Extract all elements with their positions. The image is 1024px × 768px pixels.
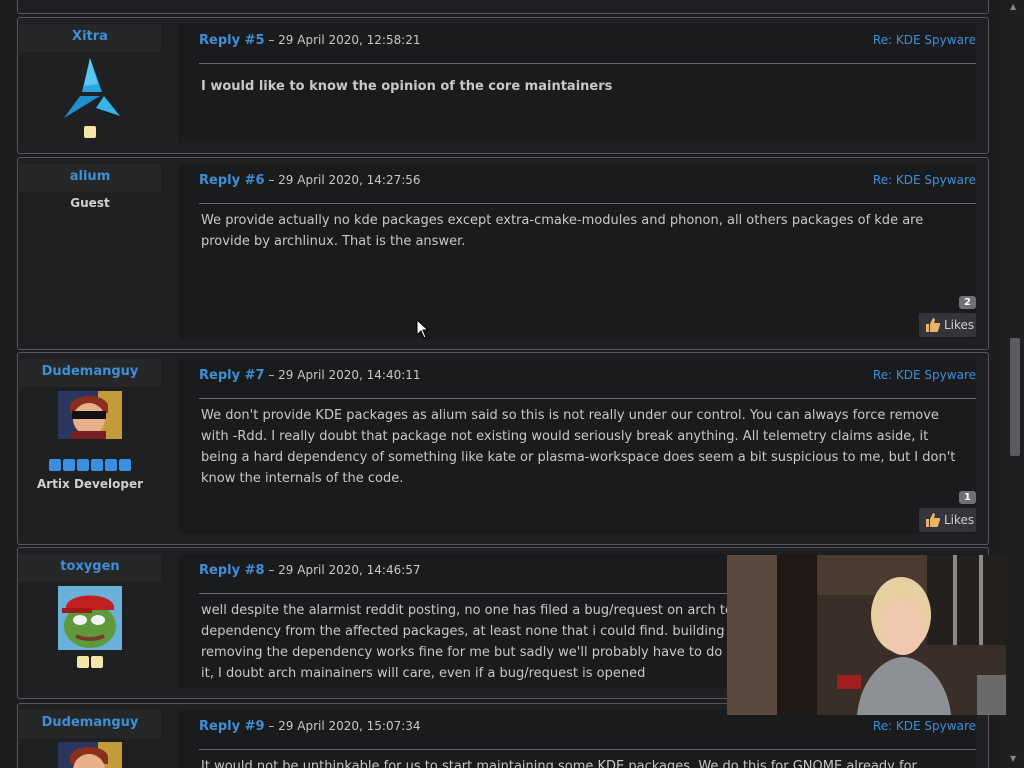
rank-pip <box>77 656 89 668</box>
post-subject-link[interactable]: Re: KDE Spyware <box>873 719 976 733</box>
likes-count-badge: 2 <box>959 296 976 309</box>
post-date: – 29 April 2020, 14:27:56 <box>264 173 421 187</box>
post-header: Reply #5 – 29 April 2020, 12:58:21 Re: K… <box>199 33 976 64</box>
post-body: I would like to know the opinion of the … <box>201 79 613 94</box>
post-date: – 29 April 2020, 12:58:21 <box>264 33 421 47</box>
post-content: Reply #6 – 29 April 2020, 14:27:56 Re: K… <box>179 164 976 339</box>
likes-button[interactable]: Likes <box>919 508 976 532</box>
artix-logo-icon[interactable] <box>58 56 122 120</box>
thumbs-up-icon <box>925 317 941 341</box>
rank-pips <box>19 126 161 138</box>
rank-pip <box>77 459 89 471</box>
floating-video-player[interactable] <box>727 555 1011 715</box>
poster-info: Dudemanguy <box>19 710 161 768</box>
post-content: Reply #9 – 29 April 2020, 15:07:34 Re: K… <box>179 710 976 768</box>
poster-role: Artix Developer <box>36 477 144 491</box>
scroll-down-icon[interactable]: ▼ <box>1010 754 1016 763</box>
rank-pip <box>91 656 103 668</box>
poster-name[interactable]: Xitra <box>19 24 161 52</box>
post-subject-link[interactable]: Re: KDE Spyware <box>873 173 976 187</box>
poster-role: Guest <box>70 196 110 210</box>
rank-pips <box>19 656 161 668</box>
post-header: Reply #9 – 29 April 2020, 15:07:34 Re: K… <box>199 719 976 750</box>
poster-name[interactable]: toxygen <box>19 554 161 582</box>
rank-pip <box>119 459 131 471</box>
post-body: We provide actually no kde packages exce… <box>201 213 924 249</box>
post-reply-7: Dudemanguy Artix Developer Reply #7 – 29… <box>17 352 989 545</box>
scroll-up-icon[interactable]: ▲ <box>1010 2 1016 11</box>
post-content: Reply #7 – 29 April 2020, 14:40:11 Re: K… <box>179 359 976 534</box>
post-date: – 29 April 2020, 14:46:57 <box>264 563 421 577</box>
avatar[interactable] <box>58 586 122 650</box>
rank-pip <box>91 459 103 471</box>
reply-link[interactable]: Reply #9 <box>199 719 265 734</box>
post-content: Reply #5 – 29 April 2020, 12:58:21 Re: K… <box>179 24 976 143</box>
post-body: We don't provide KDE packages as alium s… <box>201 408 956 486</box>
reply-link[interactable]: Reply #8 <box>199 563 265 578</box>
thumbs-up-icon <box>925 512 941 536</box>
page-scrollbar[interactable]: ▲ ▼ <box>1006 0 1024 768</box>
rank-pip <box>49 459 61 471</box>
mouse-cursor-icon <box>416 318 430 343</box>
rank-pip <box>63 459 75 471</box>
post-subject-link[interactable]: Re: KDE Spyware <box>873 368 976 382</box>
poster-info: toxygen <box>19 554 161 668</box>
rank-pips <box>19 459 161 471</box>
post-subject-link[interactable]: Re: KDE Spyware <box>873 33 976 47</box>
reply-link[interactable]: Reply #6 <box>199 173 265 188</box>
previous-post-edge <box>17 0 989 14</box>
poster-name[interactable]: Dudemanguy <box>19 359 161 387</box>
avatar[interactable] <box>58 391 122 455</box>
poster-info: Xitra <box>19 24 161 138</box>
rank-pip <box>105 459 117 471</box>
poster-info: Dudemanguy Artix Developer <box>19 359 161 491</box>
likes-label: Likes <box>944 318 975 332</box>
post-header: Reply #6 – 29 April 2020, 14:27:56 Re: K… <box>199 173 976 204</box>
reply-link[interactable]: Reply #5 <box>199 33 265 48</box>
reply-link[interactable]: Reply #7 <box>199 368 265 383</box>
post-date: – 29 April 2020, 14:40:11 <box>264 368 421 382</box>
rank-pip <box>84 126 96 138</box>
likes-button[interactable]: Likes <box>919 313 976 337</box>
post-reply-5: Xitra Reply #5 – 29 April 2020, 12:58:21… <box>17 17 989 154</box>
avatar[interactable] <box>58 742 122 768</box>
post-body: It would not be unthinkable for us to st… <box>201 759 917 768</box>
poster-info: alium Guest <box>19 164 161 210</box>
post-date: – 29 April 2020, 15:07:34 <box>264 719 421 733</box>
scroll-thumb[interactable] <box>1010 338 1020 456</box>
post-reply-6: alium Guest Reply #6 – 29 April 2020, 14… <box>17 157 989 350</box>
likes-label: Likes <box>944 513 975 527</box>
post-header: Reply #7 – 29 April 2020, 14:40:11 Re: K… <box>199 368 976 399</box>
likes-count-badge: 1 <box>959 491 976 504</box>
poster-name[interactable]: Dudemanguy <box>19 710 161 738</box>
poster-name[interactable]: alium <box>19 164 161 192</box>
